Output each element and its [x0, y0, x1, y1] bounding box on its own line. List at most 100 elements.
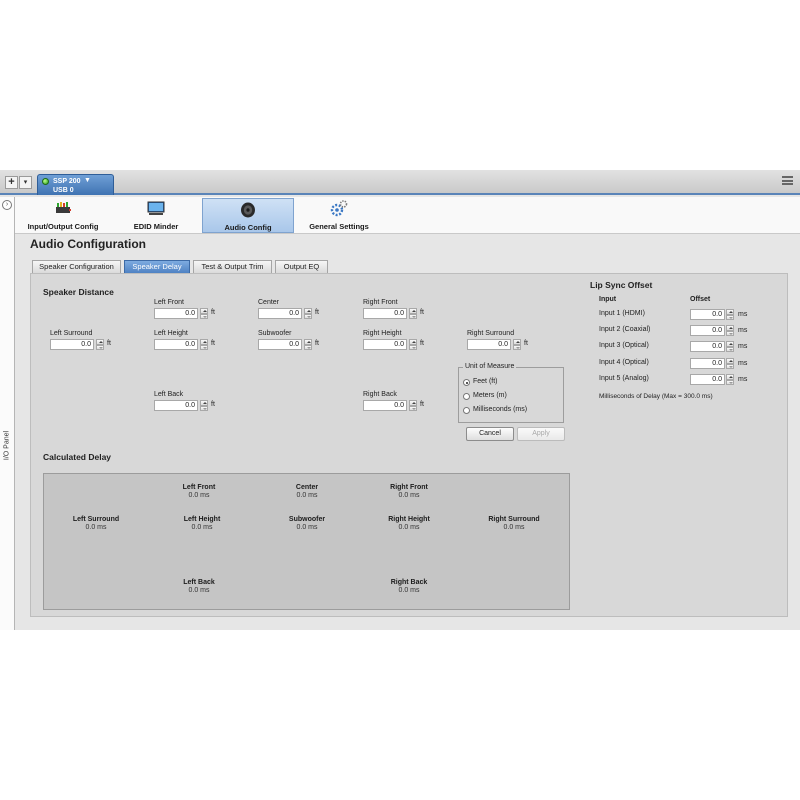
- radio-label-meters[interactable]: Meters (m): [473, 392, 507, 399]
- left-height-distance-input[interactable]: 0.0: [154, 339, 198, 350]
- right-height-spinner[interactable]: [409, 339, 417, 350]
- toolbar-general-settings[interactable]: General Settings: [303, 198, 375, 233]
- subwoofer-distance-input[interactable]: 0.0: [258, 339, 302, 350]
- right-front-spinner[interactable]: [409, 308, 417, 319]
- radio-label-milliseconds[interactable]: Milliseconds (ms): [473, 406, 527, 413]
- unit-label: ms: [738, 360, 748, 367]
- delay-value: 0.0 ms: [191, 524, 213, 531]
- left-front-spinner[interactable]: [200, 308, 208, 319]
- lip-sync-offset-input-5[interactable]: 0.0: [690, 374, 725, 385]
- lip-sync-spinner[interactable]: [726, 358, 734, 369]
- lip-sync-offset-input-1[interactable]: 0.0: [690, 309, 725, 320]
- center-spinner[interactable]: [304, 308, 312, 319]
- device-tab[interactable]: SSP 200 ▼ USB 0: [37, 174, 114, 195]
- cancel-button[interactable]: Cancel: [466, 427, 514, 441]
- delay-label: Left Height: [183, 516, 221, 523]
- left-back-spinner[interactable]: [200, 400, 208, 411]
- spin-down-icon[interactable]: [200, 405, 208, 411]
- left-back-distance-input[interactable]: 0.0: [154, 400, 198, 411]
- add-device-button[interactable]: +: [5, 176, 18, 189]
- spin-down-icon[interactable]: [96, 344, 104, 350]
- tab-test-output-trim[interactable]: Test & Output Trim: [193, 260, 272, 273]
- spin-down-icon[interactable]: [726, 330, 734, 336]
- tab-speaker-delay[interactable]: Speaker Delay: [124, 260, 190, 273]
- spin-down-icon[interactable]: [200, 313, 208, 319]
- monitor-icon: [147, 201, 165, 215]
- spin-down-icon[interactable]: [304, 344, 312, 350]
- toolbar-edid-minder[interactable]: EDID Minder: [121, 198, 191, 233]
- radio-milliseconds[interactable]: [463, 407, 470, 414]
- left-front-distance-input[interactable]: 0.0: [154, 308, 198, 319]
- spin-down-icon[interactable]: [726, 346, 734, 352]
- right-height-distance-input[interactable]: 0.0: [363, 339, 407, 350]
- delay-label: Left Surround: [72, 516, 120, 523]
- unit-label: ft: [420, 309, 424, 316]
- tab-speaker-configuration[interactable]: Speaker Configuration: [32, 260, 121, 273]
- speaker-distance-title: Speaker Distance: [43, 287, 114, 297]
- lip-sync-spinner[interactable]: [726, 309, 734, 320]
- io-panel-label[interactable]: I/O Panel: [4, 426, 11, 466]
- tab-content: Speaker Distance Left Front 0.0 ft Cente…: [30, 273, 788, 617]
- spin-down-icon[interactable]: [200, 344, 208, 350]
- right-surround-distance-input[interactable]: 0.0: [467, 339, 511, 350]
- delay-value: 0.0 ms: [188, 492, 210, 499]
- lip-sync-offset-input-4[interactable]: 0.0: [690, 358, 725, 369]
- center-distance-input[interactable]: 0.0: [258, 308, 302, 319]
- apply-button[interactable]: Apply: [517, 427, 565, 441]
- delay-label: Right Height: [388, 516, 430, 523]
- right-surround-label: Right Surround: [467, 330, 515, 337]
- unit-of-measure-group: Unit of Measure Feet (ft) Meters (m) Mil…: [458, 363, 564, 423]
- lip-sync-spinner[interactable]: [726, 325, 734, 336]
- radio-feet[interactable]: [463, 379, 470, 386]
- delay-left-front: Left Front 0.0 ms: [149, 484, 249, 499]
- toolbar-label: EDID Minder: [133, 222, 179, 231]
- lip-sync-input-label: Input 1 (HDMI): [599, 310, 645, 317]
- chevron-down-icon[interactable]: ▼: [84, 177, 91, 184]
- delay-value: 0.0 ms: [85, 524, 107, 531]
- spin-down-icon[interactable]: [409, 313, 417, 319]
- spin-down-icon[interactable]: [409, 344, 417, 350]
- menu-icon[interactable]: [782, 176, 793, 185]
- lip-sync-note: Milliseconds of Delay (Max = 300.0 ms): [599, 393, 713, 400]
- calculated-delay-box: Left Front 0.0 ms Center 0.0 ms Right Fr…: [43, 473, 570, 610]
- lip-sync-spinner[interactable]: [726, 341, 734, 352]
- toolbar-input-output-config[interactable]: Input/Output Config: [18, 198, 108, 233]
- expand-panel-icon[interactable]: ›: [2, 200, 12, 210]
- toolbar-audio-config[interactable]: Audio Config: [202, 198, 294, 233]
- delay-right-height: Right Height 0.0 ms: [359, 516, 459, 531]
- subwoofer-spinner[interactable]: [304, 339, 312, 350]
- spin-down-icon[interactable]: [726, 314, 734, 320]
- delay-left-height: Left Height 0.0 ms: [152, 516, 252, 531]
- right-front-distance-input[interactable]: 0.0: [363, 308, 407, 319]
- delay-value: 0.0 ms: [296, 524, 318, 531]
- add-device-dropdown-icon[interactable]: ▾: [19, 176, 32, 189]
- left-height-spinner[interactable]: [200, 339, 208, 350]
- unit-label: ms: [738, 376, 748, 383]
- right-surround-spinner[interactable]: [513, 339, 521, 350]
- left-surround-spinner[interactable]: [96, 339, 104, 350]
- spin-down-icon[interactable]: [409, 405, 417, 411]
- right-back-distance-input[interactable]: 0.0: [363, 400, 407, 411]
- spin-down-icon[interactable]: [304, 313, 312, 319]
- spin-down-icon[interactable]: [726, 363, 734, 369]
- speaker-icon: [241, 202, 255, 218]
- delay-label: Right Front: [390, 484, 428, 491]
- unit-label: ft: [211, 401, 215, 408]
- left-surround-distance-input[interactable]: 0.0: [50, 339, 94, 350]
- spin-down-icon[interactable]: [726, 379, 734, 385]
- tab-output-eq[interactable]: Output EQ: [275, 260, 328, 273]
- left-height-label: Left Height: [154, 330, 188, 337]
- lip-sync-offset-input-2[interactable]: 0.0: [690, 325, 725, 336]
- calculated-delay-title: Calculated Delay: [43, 452, 112, 462]
- radio-meters[interactable]: [463, 393, 470, 400]
- io-panel-strip[interactable]: › I/O Panel: [0, 197, 15, 630]
- lip-sync-spinner[interactable]: [726, 374, 734, 385]
- lip-sync-offset-input-3[interactable]: 0.0: [690, 341, 725, 352]
- delay-value: 0.0 ms: [188, 587, 210, 594]
- radio-label-feet[interactable]: Feet (ft): [473, 378, 498, 385]
- right-back-spinner[interactable]: [409, 400, 417, 411]
- delay-label: Center: [295, 484, 319, 491]
- spin-down-icon[interactable]: [513, 344, 521, 350]
- unit-label: ft: [107, 340, 111, 347]
- page-title: Audio Configuration: [30, 237, 146, 251]
